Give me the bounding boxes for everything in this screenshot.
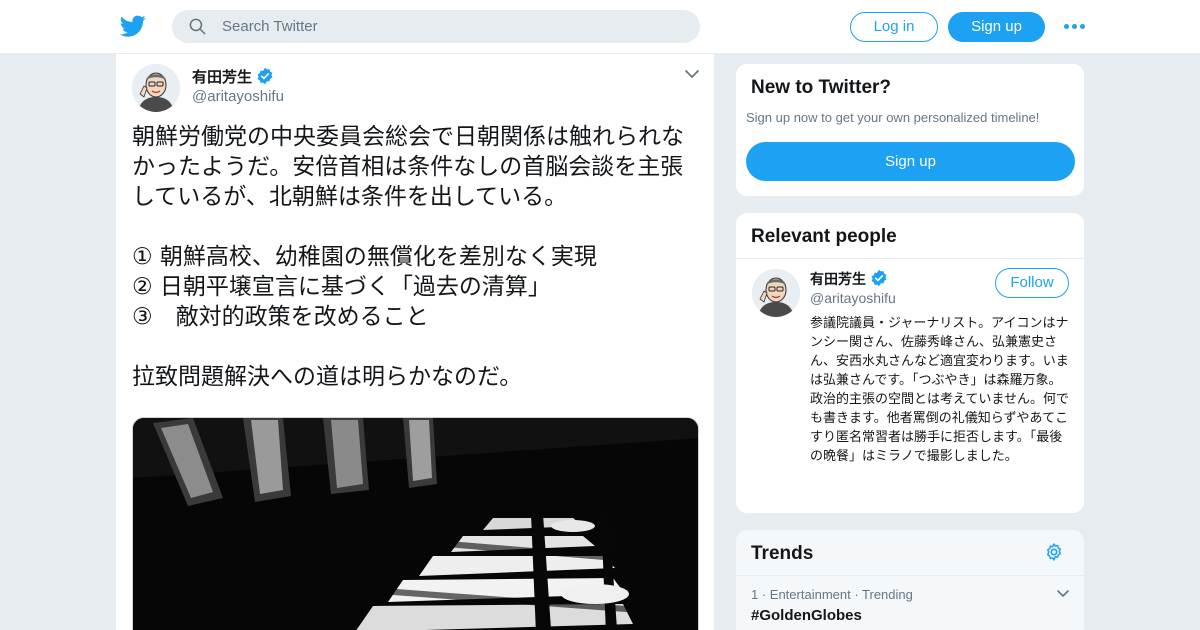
relevant-people-title: Relevant people bbox=[751, 226, 897, 247]
chevron-down-icon[interactable] bbox=[1056, 589, 1070, 599]
search-bar[interactable]: Search Twitter bbox=[172, 10, 700, 43]
verified-badge-icon bbox=[871, 269, 887, 287]
trends-card: Trends 1 · Entertainment · Trending #Gol… bbox=[735, 529, 1085, 630]
twitter-logo-icon[interactable] bbox=[120, 13, 146, 39]
divider bbox=[736, 258, 1084, 259]
follow-button[interactable]: Follow bbox=[995, 268, 1069, 298]
person-name-text[interactable]: 有田芳生 bbox=[810, 272, 866, 288]
trend-name[interactable]: #GoldenGlobes bbox=[751, 607, 862, 624]
verified-badge-icon bbox=[257, 67, 273, 85]
trends-title: Trends bbox=[751, 543, 814, 564]
tweet-card: 有田芳生 @aritayoshifu 朝鮮労働党の中央委員会総会で日朝関係は触れ… bbox=[115, 54, 715, 630]
author-name-text[interactable]: 有田芳生 bbox=[192, 68, 252, 86]
person-bio: 参議院議員・ジャーナリスト。アイコンはナンシー関さん、佐藤秀峰さん、弘兼憲史さん… bbox=[810, 316, 1069, 464]
author-name[interactable]: 有田芳生 bbox=[192, 66, 274, 87]
author-avatar[interactable] bbox=[132, 64, 180, 112]
gear-icon[interactable] bbox=[1044, 542, 1064, 562]
login-button[interactable]: Log in bbox=[850, 12, 938, 42]
divider bbox=[736, 575, 1084, 576]
search-input[interactable]: Search Twitter bbox=[222, 18, 318, 35]
signup-button[interactable]: Sign up bbox=[948, 12, 1045, 42]
tweet-text: 朝鮮労働党の中央委員会総会で日朝関係は触れられなかったようだ。安倍首相は条件なし… bbox=[132, 124, 684, 390]
author-handle[interactable]: @aritayoshifu bbox=[192, 88, 284, 105]
chevron-down-icon[interactable] bbox=[684, 68, 700, 80]
tweet-photo[interactable] bbox=[132, 417, 699, 630]
avatar-illustration bbox=[132, 64, 180, 112]
top-navigation-bar: Search Twitter Log in Sign up bbox=[0, 0, 1200, 54]
person-name[interactable]: 有田芳生 bbox=[810, 269, 888, 289]
search-icon bbox=[189, 18, 206, 35]
photo-window-shadows bbox=[133, 418, 698, 630]
new-to-twitter-title: New to Twitter? bbox=[751, 77, 892, 98]
new-to-twitter-subtitle: Sign up now to get your own personalized… bbox=[746, 110, 1040, 125]
relevant-people-card: Relevant people 有田芳生 @aritayoshifu Follo… bbox=[735, 212, 1085, 514]
trend-meta: 1 · Entertainment · Trending bbox=[751, 587, 913, 602]
person-avatar[interactable] bbox=[752, 269, 800, 317]
person-handle[interactable]: @aritayoshifu bbox=[810, 290, 896, 306]
signup-card-button[interactable]: Sign up bbox=[746, 142, 1075, 181]
avatar-illustration bbox=[752, 269, 800, 317]
new-to-twitter-card: New to Twitter? Sign up now to get your … bbox=[735, 63, 1085, 197]
more-icon[interactable] bbox=[1064, 18, 1086, 36]
